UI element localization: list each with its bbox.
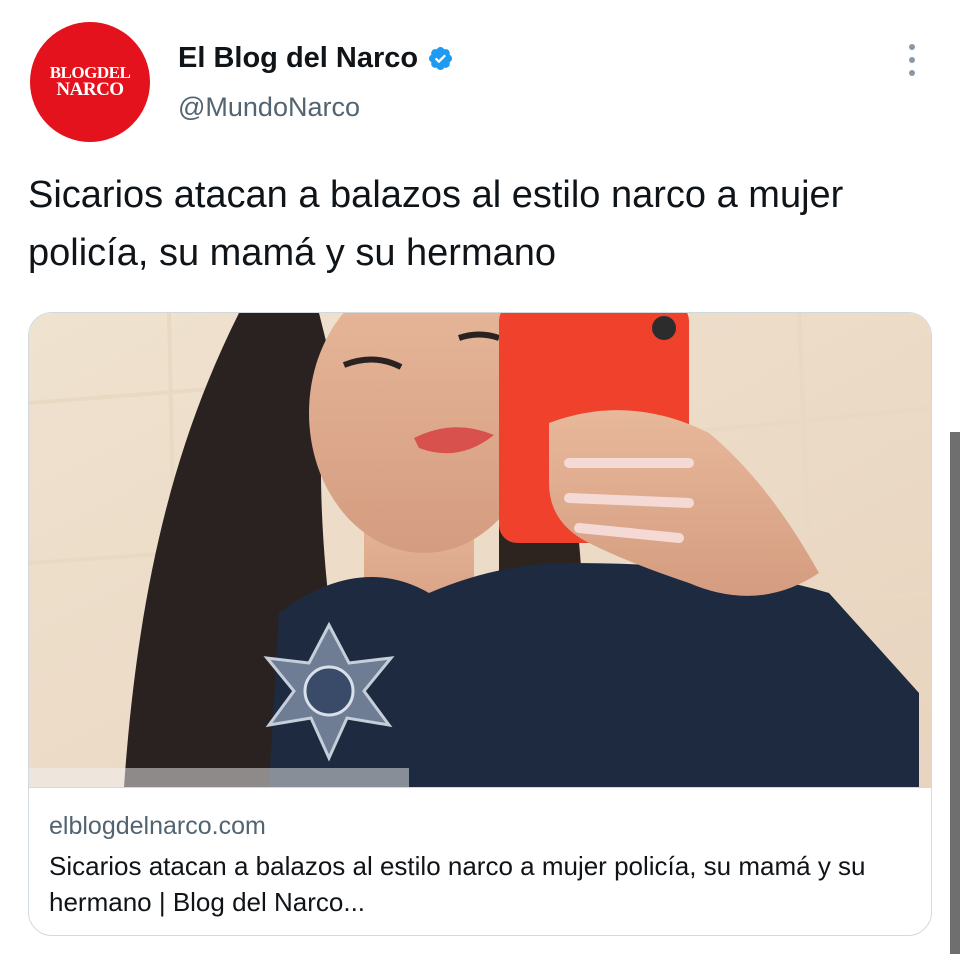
more-dot [909,57,915,63]
more-dot [909,44,915,50]
account-avatar[interactable]: BLOGDEL NARCO [30,22,150,142]
link-card[interactable]: elblogdelnarco.com Sicarios atacan a bal… [28,312,932,936]
verified-badge-icon [429,46,453,71]
scrollbar[interactable] [950,432,960,954]
avatar-logo-line2: NARCO [56,79,124,101]
tweet-text: Sicarios atacan a balazos al estilo narc… [28,174,844,274]
link-card-image[interactable] [29,313,932,787]
link-card-title: Sicarios atacan a balazos al estilo narc… [49,851,866,917]
account-handle[interactable]: @MundoNarco [178,92,360,123]
more-dot [909,70,915,76]
more-options-icon[interactable] [906,44,918,76]
account-name[interactable]: El Blog del Narco [178,42,418,75]
link-card-domain: elblogdelnarco.com [49,812,266,840]
link-card-info[interactable]: elblogdelnarco.com Sicarios atacan a bal… [29,787,931,935]
account-name-row[interactable]: El Blog del Narco [178,42,454,75]
